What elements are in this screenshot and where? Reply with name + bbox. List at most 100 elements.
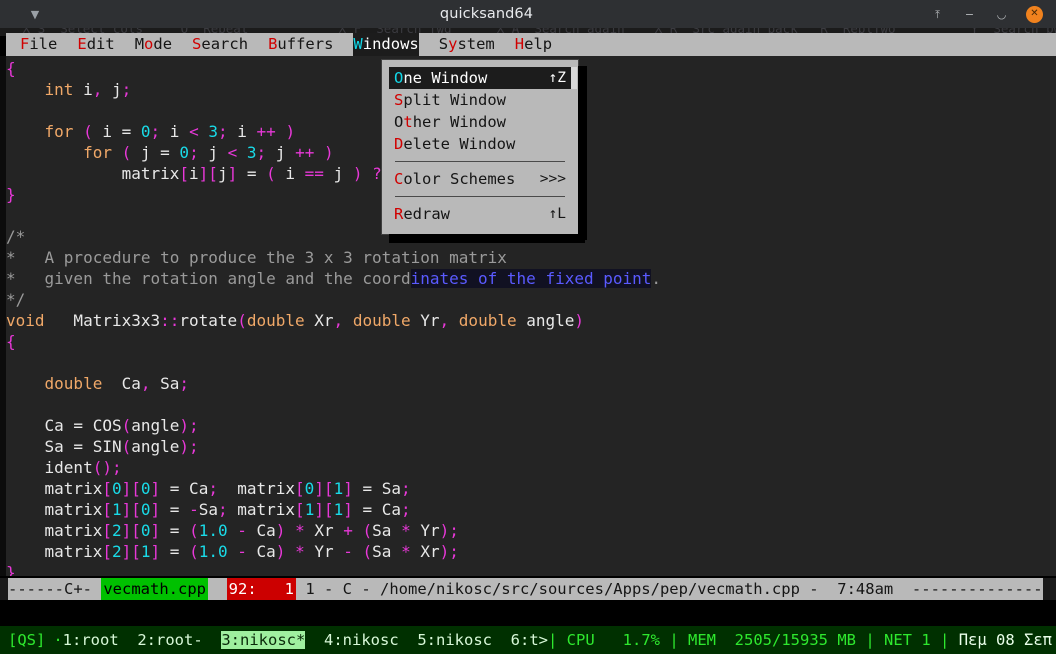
code-token: 0 (304, 479, 315, 498)
code-token: j (323, 164, 353, 183)
code-token: ( (83, 122, 93, 141)
menu-item-edit[interactable]: Edit (77, 33, 114, 56)
dropdown-item-one-window[interactable]: One Window ↑Z (389, 67, 571, 89)
dropdown-item-label: Split Window (394, 91, 506, 109)
code-token: < (227, 143, 238, 162)
code-token: 0 (179, 143, 190, 162)
terminal-window: ^X^S Select cols ^O Repeat ^X^F Search f… (0, 0, 1056, 654)
code-token: 3 (208, 122, 218, 141)
tmux-window-2root-[interactable]: 2:root- (137, 631, 202, 649)
dropdown-item-delete-window[interactable]: Delete Window (389, 133, 571, 155)
code-token: matrix (6, 500, 103, 519)
hotkey-letter: y (448, 35, 458, 53)
tmux-window-1root[interactable]: 1:root (63, 631, 119, 649)
code-token: * A procedure to produce the 3 x 3 rota (6, 248, 401, 267)
menu-item-help[interactable]: Help (515, 33, 552, 56)
dropdown-item-color-schemes[interactable]: Color Schemes >>> (389, 168, 571, 190)
code-token: - (237, 521, 247, 540)
tmux-cpu-label: CPU (566, 631, 595, 649)
status-right-pad (1042, 578, 1056, 600)
menu-item-buffers[interactable]: Buffers (268, 33, 333, 56)
code-token: = (160, 521, 190, 540)
menu-item-mode[interactable]: Mode (135, 33, 172, 56)
dropdown-item-label: One Window (394, 69, 488, 87)
code-token: angle (131, 437, 180, 456)
code-token: [ (179, 164, 190, 183)
code-token: ] (343, 479, 353, 498)
code-token: i = (92, 122, 141, 141)
code-token: double (352, 311, 411, 330)
tmux-window-4nikosc[interactable]: 4:nikosc (324, 631, 399, 649)
code-token: 0 (140, 500, 151, 519)
code-token: ); (179, 437, 199, 456)
code-token: 1 (140, 542, 151, 561)
dropdown-item-shortcut: ↑L (548, 206, 566, 222)
menu-item-file[interactable]: File (20, 33, 57, 56)
code-token: void (6, 311, 45, 330)
dropdown-item-split-window[interactable]: Split Window (389, 89, 571, 111)
windows-dropdown-menu: One Window ↑Z Split Window Other Window Dele… (381, 59, 587, 243)
code-token: + (343, 521, 353, 540)
code-line: Ca = COS(angle); (6, 415, 1056, 436)
status-filename[interactable]: vecmath.cpp (101, 578, 208, 600)
code-token: } (6, 563, 16, 576)
minimize-icon[interactable]: − (962, 7, 977, 22)
code-token: ( (189, 521, 199, 540)
menu-item-system[interactable]: System (439, 33, 495, 56)
code-token: j (217, 164, 228, 183)
code-token: for (44, 122, 74, 141)
menu-bar: File Edit Mode Search Buffers Windows System He… (6, 33, 1056, 56)
hotkey-letter: S (394, 91, 404, 109)
code-token: i (275, 164, 305, 183)
code-token: = Sa (352, 479, 402, 498)
window-menu-button[interactable]: ▼ (0, 9, 70, 20)
code-token: ] (150, 479, 161, 498)
tmux-window-5nikosc[interactable]: 5:nikosc (417, 631, 492, 649)
tmux-window-6t[interactable]: 6:t> (511, 631, 548, 649)
code-token: ) (275, 542, 286, 561)
hotkey-letter: o (144, 35, 154, 53)
close-icon[interactable]: ✕ (1026, 5, 1043, 23)
code-token: ++ (295, 143, 315, 162)
dropdown-item-redraw[interactable]: Redraw ↑L (389, 203, 571, 225)
code-token: - (343, 542, 353, 561)
code-token: tion mat (400, 248, 479, 267)
code-token: ident (6, 458, 93, 477)
code-token: ] (150, 542, 161, 561)
code-token: ); (439, 521, 459, 540)
code-token: matrix (6, 164, 180, 183)
code-line: { (6, 331, 1056, 352)
keep-above-icon[interactable]: ⤒ (930, 7, 945, 22)
code-token: { (6, 59, 16, 78)
code-token: = Ca (352, 500, 402, 519)
code-token: ][ (121, 542, 141, 561)
tmux-window-3nikosc[interactable]: 3:nikosc* (221, 631, 306, 649)
code-token: [ (102, 479, 112, 498)
code-token: ); (179, 416, 199, 435)
code-token: ) (574, 311, 585, 330)
menu-item-windows[interactable]: Windows (353, 33, 419, 56)
tmux-system-stats: | CPU 1.7% | MEM 2505/15935 MB | NET 1 |… (548, 626, 1056, 654)
maximize-icon[interactable]: ◡ (994, 7, 1009, 22)
menu-item-search[interactable]: Search (192, 33, 248, 56)
code-token: int (44, 80, 74, 99)
tmux-window-gap (305, 631, 324, 649)
code-token: * (295, 542, 305, 561)
code-token: = Ca (160, 479, 209, 498)
code-token: Xr (304, 311, 334, 330)
hotkey-letter: R (394, 205, 404, 223)
code-token: = (160, 500, 190, 519)
code-token: ( (121, 437, 132, 456)
dropdown-item-other-window[interactable]: Other Window (389, 111, 571, 133)
code-line: matrix[2][0] = (1.0 - Ca) * Xr + (Sa * Y… (6, 520, 1056, 541)
code-token: ( (189, 542, 199, 561)
code-token: ( (266, 164, 276, 183)
